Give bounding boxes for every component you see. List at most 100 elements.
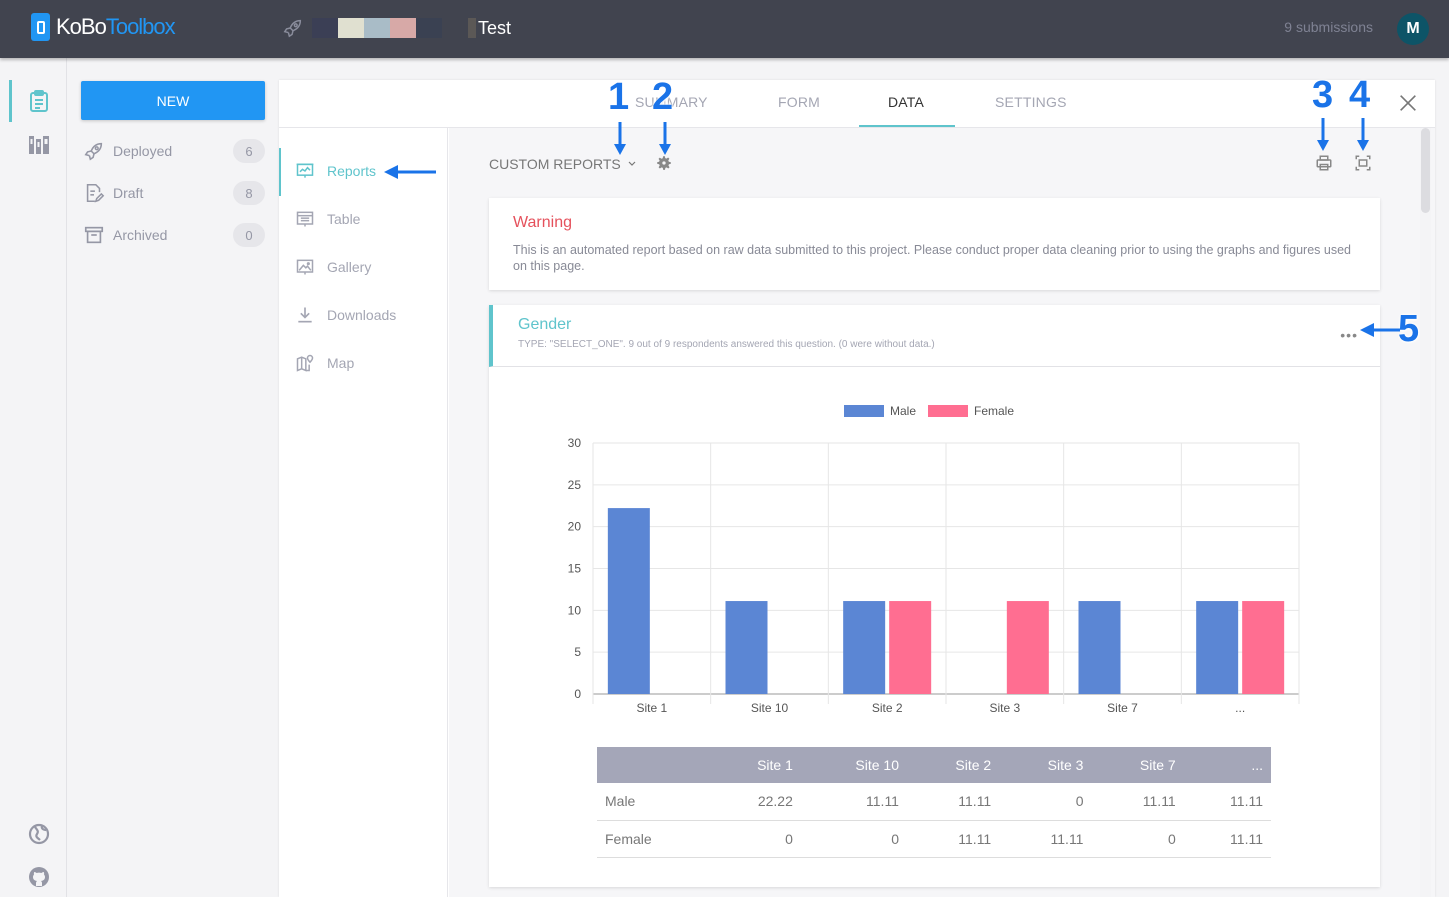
user-avatar[interactable]: M	[1397, 13, 1429, 45]
library-icon[interactable]	[27, 133, 51, 157]
new-project-button[interactable]: NEW	[81, 81, 265, 120]
subnav-label: Table	[327, 211, 361, 227]
draft-count-badge: 8	[233, 181, 265, 205]
table-cell: Male	[597, 783, 709, 821]
subnav-item-reports[interactable]: Reports	[295, 159, 376, 183]
x-tick-label: Site 2	[872, 701, 903, 715]
warning-text: This is an automated report based on raw…	[513, 243, 1352, 273]
deployed-rocket-icon	[283, 19, 302, 38]
more-options-button[interactable]: •••	[1340, 327, 1358, 343]
language-icon[interactable]	[27, 822, 51, 846]
archive-icon	[84, 226, 104, 244]
arrow-down-icon	[614, 122, 626, 155]
subnav-label: Gallery	[327, 259, 372, 275]
table-header-cell: Site 3	[999, 747, 1092, 783]
icon-rail	[0, 58, 67, 897]
sidebar-item-draft[interactable]: Draft 8	[83, 179, 265, 207]
arrow-left-icon	[1360, 323, 1400, 337]
legend-swatch-male	[844, 405, 884, 417]
y-tick-label: 0	[574, 687, 581, 701]
table-header-cell: Site 10	[800, 747, 907, 783]
warning-title: Warning	[513, 214, 572, 231]
download-icon	[298, 307, 312, 323]
subnav-item-downloads[interactable]: Downloads	[295, 303, 396, 327]
arrow-down-icon	[1357, 118, 1369, 151]
subnav-item-gallery[interactable]: Gallery	[295, 255, 371, 279]
table-cell: 11.11	[800, 783, 907, 821]
x-tick-label: Site 10	[751, 701, 789, 715]
gear-icon[interactable]	[655, 154, 673, 172]
tab-form[interactable]: FORM	[778, 94, 820, 110]
github-icon[interactable]	[27, 865, 51, 889]
table-cell: 0	[1091, 820, 1184, 858]
project-color-swatch	[442, 18, 468, 38]
table-row: Male 22.22 11.11 11.11 0 11.11 11.11	[597, 783, 1271, 821]
bar-male	[1078, 601, 1121, 694]
scrollbar-thumb[interactable]	[1421, 128, 1430, 213]
sidebar: NEW Deployed 6 Draft 8 Archived 0	[67, 58, 278, 897]
logo-text-primary: KoBo	[56, 14, 107, 39]
x-tick-label: ...	[1235, 701, 1245, 715]
project-color-swatch	[364, 18, 390, 38]
projects-icon[interactable]	[27, 89, 51, 113]
subnav-label: Downloads	[327, 307, 397, 323]
table-cell: 0	[999, 783, 1092, 821]
sidebar-item-label: Draft	[113, 185, 144, 201]
project-title[interactable]: Test	[478, 18, 511, 39]
table-header-cell: ...	[1183, 747, 1271, 783]
sidebar-item-deployed[interactable]: Deployed 6	[83, 137, 265, 165]
callout-number-4: 4	[1349, 74, 1371, 116]
y-tick-label: 5	[574, 645, 581, 659]
table-cell: 22.22	[708, 783, 801, 821]
y-tick-label: 20	[568, 520, 582, 534]
draft-icon	[86, 183, 105, 203]
y-tick-label: 30	[568, 436, 582, 450]
table-header-row: Site 1 Site 10 Site 2 Site 3 Site 7...	[597, 747, 1271, 783]
y-tick-label: 10	[568, 603, 582, 617]
project-color-swatch	[338, 18, 364, 38]
gallery-icon	[296, 259, 314, 275]
table-header-cell: Site 2	[906, 747, 1000, 783]
question-report-card: Gender TYPE: "SELECT_ONE". 9 out of 9 re…	[489, 305, 1380, 887]
table-cell: 0	[708, 820, 801, 858]
print-icon[interactable]	[1315, 154, 1333, 172]
project-color-swatches	[312, 18, 476, 38]
project-color-swatch	[312, 18, 338, 38]
table-header-cell: Site 1	[708, 747, 801, 783]
data-subnav: Reports Table Gallery Downloads Map	[279, 128, 448, 897]
table-header-cell: Site 7	[1091, 747, 1184, 783]
logo[interactable]: KoBoToolbox	[31, 13, 176, 41]
logo-mark-icon	[31, 13, 50, 41]
submission-count: 9 submissions	[1284, 19, 1373, 35]
subnav-item-map[interactable]: Map	[295, 351, 354, 375]
table-cell: 0	[800, 820, 907, 858]
chevron-down-icon	[628, 161, 636, 166]
project-color-swatch	[416, 18, 442, 38]
arrow-down-icon	[659, 122, 671, 155]
bar-male	[607, 508, 650, 694]
subnav-item-table[interactable]: Table	[295, 207, 360, 231]
question-subtitle: TYPE: "SELECT_ONE". 9 out of 9 responden…	[518, 339, 935, 350]
close-icon[interactable]	[1397, 92, 1419, 114]
tab-settings[interactable]: SETTINGS	[995, 94, 1067, 110]
table-cell: Female	[597, 820, 709, 858]
x-tick-label: Site 1	[636, 701, 667, 715]
arrow-left-icon	[384, 165, 436, 179]
callout-number-1: 1	[608, 76, 630, 118]
question-header: Gender TYPE: "SELECT_ONE". 9 out of 9 re…	[489, 305, 1380, 367]
bar-male	[843, 601, 886, 694]
deployed-count-badge: 6	[233, 139, 265, 163]
project-panel: SUMMARY FORM DATA SETTINGS Reports Table…	[279, 80, 1435, 897]
custom-reports-dropdown[interactable]: CUSTOM REPORTS	[489, 156, 637, 172]
map-icon	[296, 354, 314, 372]
scrollbar[interactable]	[1420, 128, 1431, 897]
y-tick-label: 15	[568, 562, 582, 576]
bar-female	[889, 601, 932, 694]
tab-data[interactable]: DATA	[888, 94, 924, 110]
sidebar-item-archived[interactable]: Archived 0	[83, 221, 265, 249]
custom-reports-label: CUSTOM REPORTS	[489, 156, 621, 172]
reports-content: CUSTOM REPORTS Warning This is an automa…	[449, 128, 1435, 897]
rail-active-indicator	[9, 80, 12, 122]
fullscreen-icon[interactable]	[1354, 154, 1372, 172]
bar-female	[1242, 601, 1285, 694]
